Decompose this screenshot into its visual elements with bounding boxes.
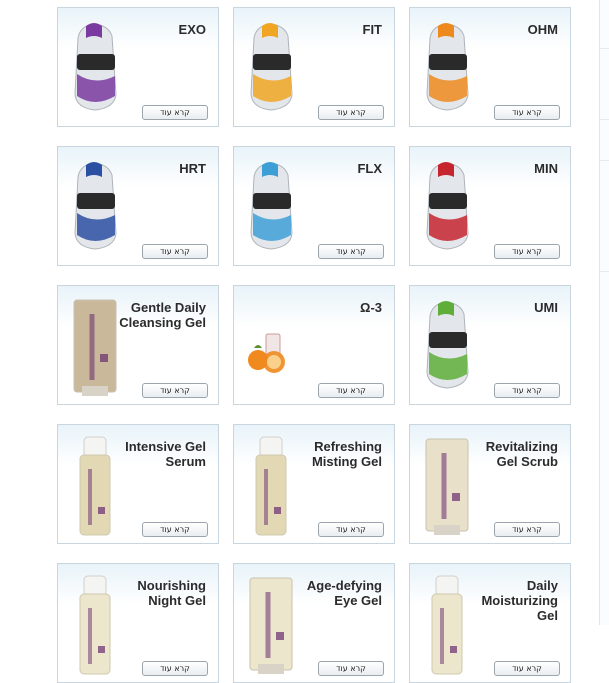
product-title[interactable]: Gentle Daily Cleansing Gel [114,300,206,330]
read-more-button[interactable]: קרא עוד [318,105,384,120]
product-title[interactable]: Refreshing Misting Gel [290,439,382,469]
read-more-button[interactable]: קרא עוד [318,661,384,676]
product-title[interactable]: Nourishing Night Gel [114,578,206,608]
read-more-button[interactable]: קרא עוד [494,244,560,259]
product-card[interactable]: Nourishing Night Gel קרא עוד [57,563,219,683]
sidebar-panel-edge [600,48,609,120]
read-more-button[interactable]: קרא עוד [318,244,384,259]
product-grid: EXO קרא עוד FIT קרא עוד OHM קרא עוד HRT קרא עוד… [0,0,609,683]
product-title[interactable]: HRT [114,161,206,176]
read-more-button[interactable]: קרא עוד [142,105,208,120]
product-title[interactable]: FIT [290,22,383,37]
product-title[interactable]: OHM [466,22,558,37]
product-title[interactable]: MIN [466,161,558,176]
product-card[interactable]: Revitalizing Gel Scrub קרא עוד [409,424,571,544]
product-title[interactable]: UMI [466,300,558,315]
product-title[interactable]: Ω-3 [290,300,382,315]
product-card[interactable]: Refreshing Misting Gel קרא עוד [233,424,395,544]
read-more-button[interactable]: קרא עוד [318,383,384,398]
product-card[interactable]: Gentle Daily Cleansing Gel קרא עוד [57,285,219,405]
product-title[interactable]: Age-defying Eye Gel [290,578,382,608]
read-more-button[interactable]: קרא עוד [494,105,560,120]
read-more-button[interactable]: קרא עוד [494,661,560,676]
product-title[interactable]: EXO [114,22,206,37]
read-more-button[interactable]: קרא עוד [494,383,560,398]
read-more-button[interactable]: קרא עוד [142,383,208,398]
product-card[interactable]: FLX קרא עוד [233,146,395,266]
product-card[interactable]: Ω-3 קרא עוד [233,285,395,405]
product-title[interactable]: FLX [290,161,382,176]
product-card[interactable]: OHM קרא עוד [409,7,571,127]
product-card[interactable]: Daily Moisturizing Gel קרא עוד [409,563,571,683]
sidebar-panel-edge [600,160,609,272]
product-card[interactable]: EXO קרא עוד [57,7,219,127]
read-more-button[interactable]: קרא עוד [142,522,208,537]
product-card[interactable]: Age-defying Eye Gel קרא עוד [233,563,395,683]
product-card[interactable]: HRT קרא עוד [57,146,219,266]
read-more-button[interactable]: קרא עוד [494,522,560,537]
right-sidebar-edge [599,0,609,625]
product-card[interactable]: UMI קרא עוד [409,285,571,405]
product-title[interactable]: Revitalizing Gel Scrub [466,439,558,469]
product-title[interactable]: Intensive Gel Serum [114,439,206,469]
product-card[interactable]: Intensive Gel Serum קרא עוד [57,424,219,544]
read-more-button[interactable]: קרא עוד [318,522,384,537]
product-title[interactable]: Daily Moisturizing Gel [466,578,558,623]
read-more-button[interactable]: קרא עוד [142,244,208,259]
product-card[interactable]: FIT קרא עוד [233,7,395,127]
read-more-button[interactable]: קרא עוד [142,661,208,676]
product-card[interactable]: MIN קרא עוד [409,146,571,266]
